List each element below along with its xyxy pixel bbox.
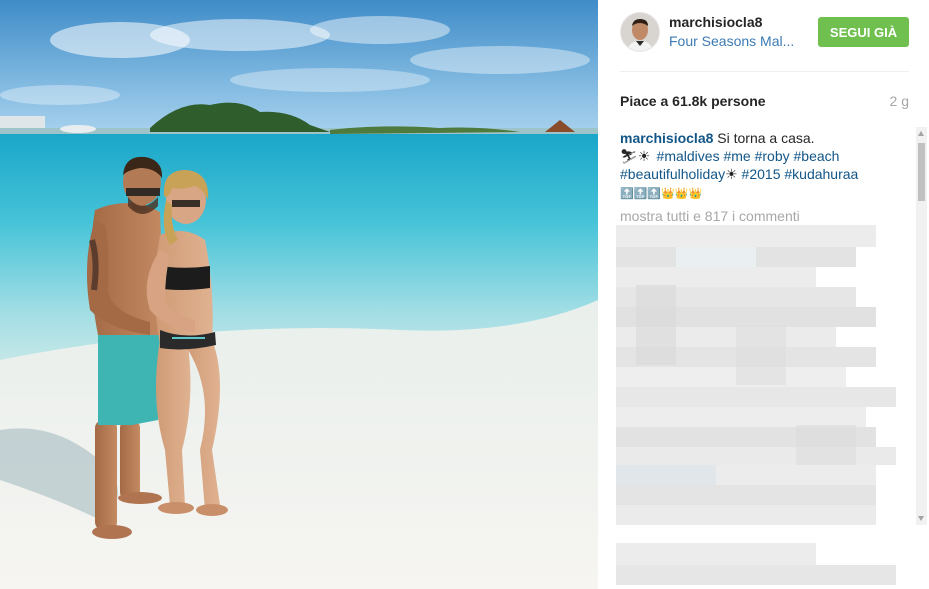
post-photo[interactable] bbox=[0, 0, 598, 589]
header-divider bbox=[620, 71, 909, 72]
blurred-comments bbox=[616, 225, 896, 525]
hashtag-kudahuraa[interactable]: #kudahuraa bbox=[784, 166, 858, 182]
avatar-image bbox=[621, 13, 659, 51]
hashtag-me[interactable]: #me bbox=[723, 148, 750, 164]
hashtag-beach[interactable]: #beach bbox=[794, 148, 840, 164]
post-details-panel: marchisiocla8 Four Seasons Mal... SEGUI … bbox=[598, 0, 929, 589]
caption-emoji-line-3: 🔝🔝🔝👑👑👑 bbox=[620, 188, 703, 200]
caption-emoji-line: ⛷☀ bbox=[620, 148, 653, 164]
show-all-comments-link[interactable]: mostra tutti e 817 i commenti bbox=[620, 208, 800, 224]
hashtag-roby[interactable]: #roby bbox=[755, 148, 790, 164]
scroll-up-icon[interactable] bbox=[918, 131, 924, 136]
scroll-thumb[interactable] bbox=[918, 143, 925, 201]
comments-scrollbar[interactable] bbox=[916, 127, 927, 525]
sun-emoji: ☀ bbox=[725, 166, 738, 182]
username-link[interactable]: marchisiocla8 bbox=[669, 14, 762, 30]
post-header: marchisiocla8 Four Seasons Mal... SEGUI … bbox=[598, 0, 929, 72]
hashtag-maldives[interactable]: #maldives bbox=[657, 148, 720, 164]
blurred-comments-bottom bbox=[616, 543, 896, 587]
post-time[interactable]: 2 g bbox=[890, 93, 909, 109]
caption-username-link[interactable]: marchisiocla8 bbox=[620, 130, 713, 146]
likes-count[interactable]: Piace a 61.8k persone bbox=[620, 93, 766, 109]
hashtag-2015[interactable]: #2015 bbox=[742, 166, 781, 182]
avatar[interactable] bbox=[620, 12, 660, 52]
location-link[interactable]: Four Seasons Mal... bbox=[669, 33, 794, 49]
follow-button[interactable]: SEGUI GIÀ bbox=[818, 17, 909, 47]
caption-text: Si torna a casa. bbox=[713, 130, 815, 146]
hashtag-beautifulholiday[interactable]: #beautifulholiday bbox=[620, 166, 725, 182]
scroll-down-icon[interactable] bbox=[918, 516, 924, 521]
beach-photo-image bbox=[0, 0, 598, 589]
post-caption: marchisiocla8 Si torna a casa. ⛷☀ #maldi… bbox=[620, 129, 892, 203]
